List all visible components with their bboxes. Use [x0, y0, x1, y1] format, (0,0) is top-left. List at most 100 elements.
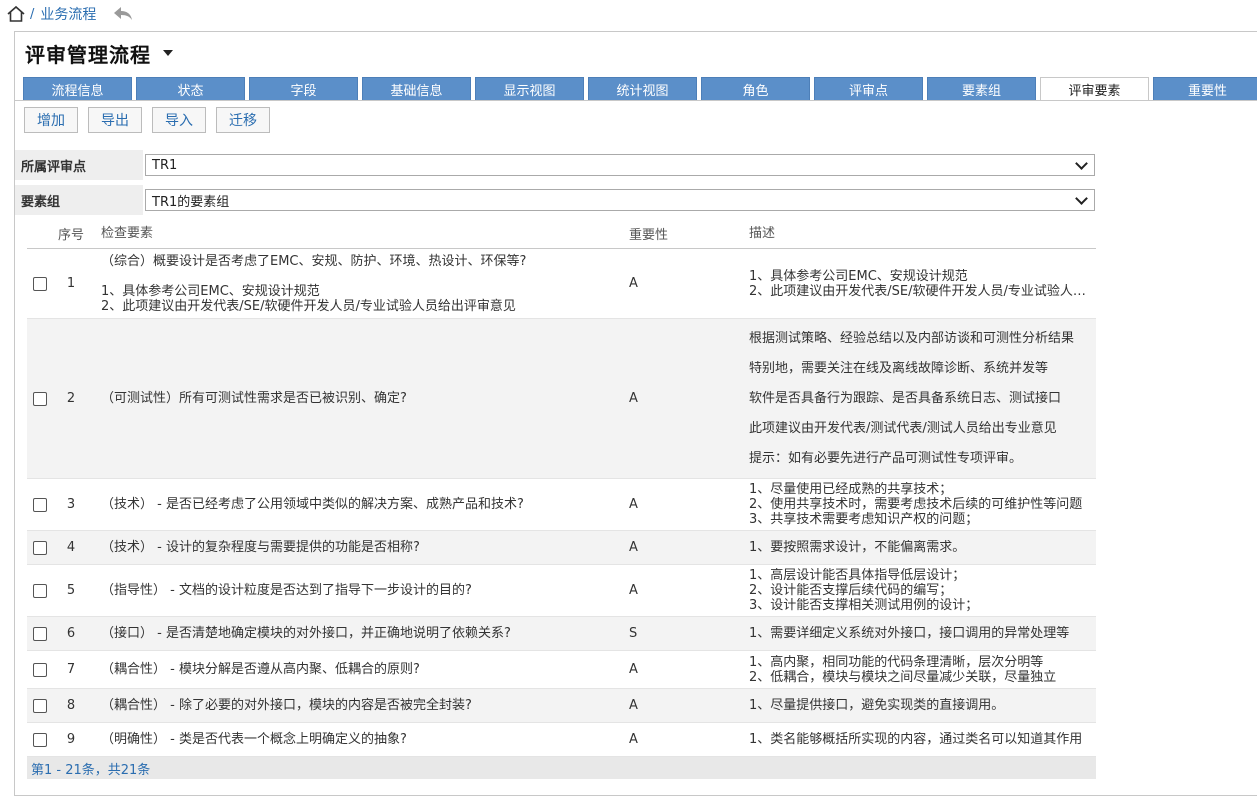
row-checkbox-cell [27, 662, 53, 677]
table-row[interactable]: 7 （耦合性） - 模块分解是否遵从高内聚、低耦合的原则? A 1、高内聚，相同功能的… [27, 651, 1096, 689]
row-checkbox-cell [27, 540, 53, 555]
row-checkbox[interactable] [33, 662, 47, 677]
row-num: 8 [66, 698, 76, 713]
row-checkbox-cell [27, 626, 53, 641]
migrate-button[interactable]: 迁移 [216, 107, 270, 133]
row-desc-line: 3、设计能否支撑相关测试用例的设计； [749, 598, 979, 613]
tab-2[interactable]: 字段 [249, 77, 358, 101]
home-icon[interactable] [6, 4, 26, 24]
row-checkbox[interactable] [33, 732, 47, 747]
header-num: 序号 [57, 228, 84, 243]
row-desc-line: 1、类名能够概括所实现的内容，通过类名可以知道其作用 [749, 732, 1083, 747]
element-group-filter: 要素组 TR1的要素组 [15, 185, 1096, 215]
review-point-value: TR1 [152, 157, 178, 173]
header-desc: 描述 [749, 226, 776, 241]
review-point-select[interactable]: TR1 [145, 154, 1095, 176]
table-row[interactable]: 5 （指导性） - 文档的设计粒度是否达到了指导下一步设计的目的? A 1、高层设计能… [27, 565, 1096, 617]
row-item-line: （可测试性）所有可测试性需求是否已被识别、确定? [101, 391, 407, 406]
row-checkbox-cell [27, 583, 53, 598]
row-item-line: （接口） - 是否清楚地确定模块的对外接口，并正确地说明了依赖关系? [101, 626, 511, 641]
row-num: 5 [66, 583, 76, 598]
row-desc-line: 软件是否具备行为跟踪、是否具备系统日志、测试接口 [749, 391, 1062, 406]
back-arrow-icon[interactable] [112, 5, 134, 23]
row-item: （接口） - 是否清楚地确定模块的对外接口，并正确地说明了依赖关系? [89, 626, 629, 641]
row-importance: A [629, 662, 638, 677]
table-row[interactable]: 8 （耦合性） - 除了必要的对外接口，模块的内容是否被完全封装? A 1、尽量提供接… [27, 689, 1096, 723]
row-importance: A [629, 540, 638, 555]
row-desc-line: 2、低耦合，模块与模块之间尽量减少关联，尽量独立 [749, 669, 1057, 685]
row-importance: A [629, 391, 638, 406]
row-importance: A [629, 497, 638, 512]
row-checkbox-cell [27, 732, 53, 747]
header-importance: 重要性 [629, 228, 669, 243]
tab-3[interactable]: 基础信息 [362, 77, 471, 101]
row-num: 9 [66, 732, 76, 747]
row-checkbox[interactable] [33, 391, 47, 406]
row-checkbox-cell [27, 276, 53, 291]
row-item: （综合）概要设计是否考虑了EMC、安规、防护、环境、热设计、环保等? 1、具体参考… [89, 254, 629, 314]
row-num: 1 [66, 276, 76, 291]
export-button[interactable]: 导出 [88, 107, 142, 133]
row-desc-line: 提示：如有必要先进行产品可测试性专项评审。 [749, 451, 1023, 466]
row-checkbox[interactable] [33, 497, 47, 512]
tab-10[interactable]: 重要性 [1153, 77, 1257, 101]
element-group-label: 要素组 [15, 185, 143, 215]
row-item-line: 2、此项建议由开发代表/SE/软硬件开发人员/专业试验人员给出评审意见 [101, 298, 516, 314]
breadcrumb: / 业务流程 [0, 0, 1257, 28]
tab-7[interactable]: 评审点 [814, 77, 923, 101]
table-row[interactable]: 3 （技术） - 是否已经考虑了公用领域中类似的解决方案、成熟产品和技术? A 1、尽… [27, 479, 1096, 531]
table-row[interactable]: 6 （接口） - 是否清楚地确定模块的对外接口，并正确地说明了依赖关系? S 1、需要… [27, 617, 1096, 651]
breadcrumb-separator: / [30, 6, 35, 22]
tab-4[interactable]: 显示视图 [475, 77, 584, 101]
chevron-down-icon [1075, 156, 1088, 170]
tab-1[interactable]: 状态 [136, 77, 245, 101]
tab-6[interactable]: 角色 [701, 77, 810, 101]
element-group-select[interactable]: TR1的要素组 [145, 189, 1095, 211]
row-item: （指导性） - 文档的设计粒度是否达到了指导下一步设计的目的? [89, 583, 629, 598]
row-desc: 1、要按照需求设计，不能偏离需求。 [749, 540, 1096, 555]
row-checkbox[interactable] [33, 698, 47, 713]
row-desc-line: 1、需要详细定义系统对外接口，接口调用的异常处理等 [749, 626, 1070, 641]
tab-5[interactable]: 统计视图 [588, 77, 697, 101]
add-button[interactable]: 增加 [24, 107, 78, 133]
row-checkbox[interactable] [33, 276, 47, 291]
row-item: （耦合性） - 除了必要的对外接口，模块的内容是否被完全封装? [89, 698, 629, 713]
row-desc: 1、类名能够概括所实现的内容，通过类名可以知道其作用 [749, 732, 1096, 747]
page-title: 评审管理流程 [25, 42, 151, 67]
row-item-line: （耦合性） - 除了必要的对外接口，模块的内容是否被完全封装? [101, 698, 472, 713]
title-bar: 评审管理流程 [25, 38, 173, 68]
row-item-line [101, 269, 629, 284]
row-desc: 1、高内聚，相同功能的代码条理清晰，层次分明等 2、低耦合，模块与模块之间尽量减少… [749, 655, 1096, 685]
row-checkbox[interactable] [33, 583, 47, 598]
tab-0[interactable]: 流程信息 [23, 77, 132, 101]
tab-8[interactable]: 要素组 [927, 77, 1036, 101]
table-row[interactable]: 4 （技术） - 设计的复杂程度与需要提供的功能是否相称? A 1、要按照需求设计，不… [27, 531, 1096, 565]
row-importance: S [629, 626, 638, 641]
row-desc-line: 特别地，需要关注在线及离线故障诊断、系统并发等 [749, 361, 1049, 376]
row-desc: 根据测试策略、经验总结以及内部访谈和可测性分析结果 特别地，需要关注在线及离线故障… [749, 331, 1096, 466]
table-row[interactable]: 9 （明确性） - 类是否代表一个概念上明确定义的抽象? A 1、类名能够概括所实现的… [27, 723, 1096, 757]
row-checkbox-cell [27, 391, 53, 406]
caret-down-icon[interactable] [163, 50, 173, 56]
row-importance: A [629, 732, 638, 747]
row-item: （耦合性） - 模块分解是否遵从高内聚、低耦合的原则? [89, 662, 629, 677]
row-item-line: （耦合性） - 模块分解是否遵从高内聚、低耦合的原则? [101, 662, 420, 677]
row-checkbox[interactable] [33, 626, 47, 641]
row-item: （技术） - 设计的复杂程度与需要提供的功能是否相称? [89, 540, 629, 555]
row-checkbox-cell [27, 698, 53, 713]
row-desc-line: 此项建议由开发代表/测试代表/测试人员给出专业意见 [749, 421, 1057, 436]
row-importance: A [629, 276, 638, 291]
table-row[interactable]: 1 （综合）概要设计是否考虑了EMC、安规、防护、环境、热设计、环保等? 1、具体参… [27, 249, 1096, 319]
row-item-line: （明确性） - 类是否代表一个概念上明确定义的抽象? [101, 732, 407, 747]
tab-9[interactable]: 评审要素 [1040, 77, 1149, 101]
row-num: 6 [66, 626, 76, 641]
breadcrumb-link-business-process[interactable]: 业务流程 [40, 4, 96, 24]
review-point-filter: 所属评审点 TR1 [15, 150, 1096, 180]
import-button[interactable]: 导入 [152, 107, 206, 133]
row-checkbox[interactable] [33, 540, 47, 555]
pagination-info: 第1 - 21条，共21条 [27, 757, 1096, 779]
row-desc-line: 根据测试策略、经验总结以及内部访谈和可测性分析结果 [749, 331, 1075, 346]
row-desc-line: 1、高内聚，相同功能的代码条理清晰，层次分明等 [749, 654, 1044, 670]
row-item-line: （技术） - 设计的复杂程度与需要提供的功能是否相称? [101, 540, 420, 555]
table-row[interactable]: 2 （可测试性）所有可测试性需求是否已被识别、确定? A 根据测试策略、经验总结以及内… [27, 319, 1096, 479]
